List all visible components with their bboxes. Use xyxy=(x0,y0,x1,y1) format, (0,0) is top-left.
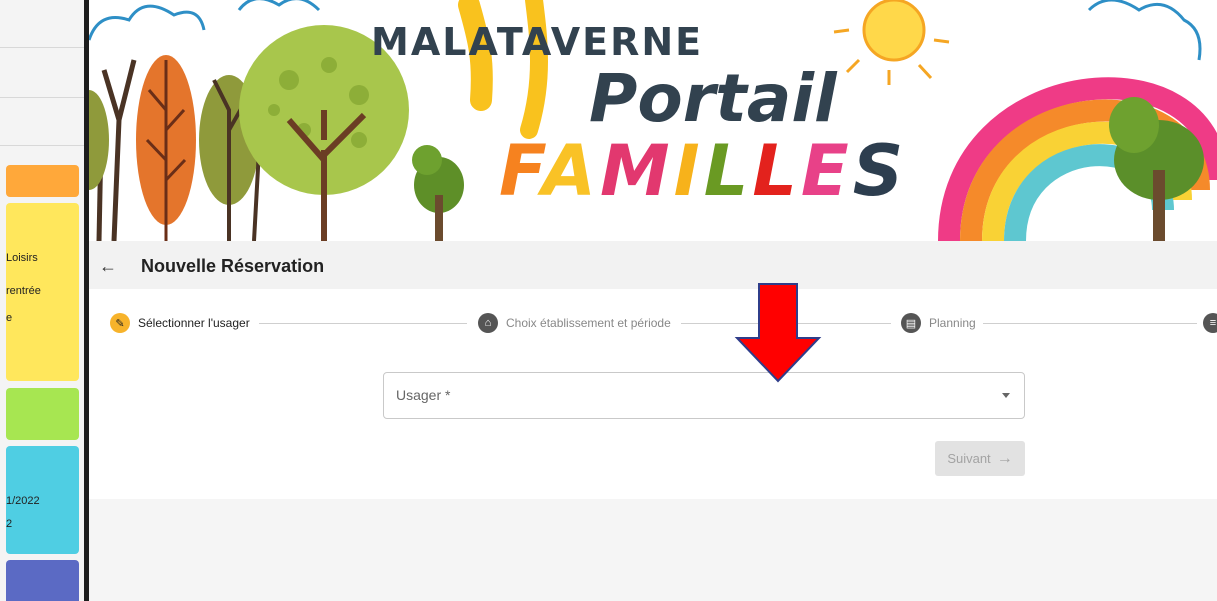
main-window: MALATAVERNE Portail FAMILLES ← Nouvelle … xyxy=(89,0,1217,601)
pencil-icon: ✎ xyxy=(110,313,130,333)
arrow-left-icon[interactable]: ← xyxy=(97,255,119,277)
chevron-down-icon[interactable] xyxy=(1002,393,1010,398)
step-connector xyxy=(983,323,1197,324)
color-card-orange[interactable] xyxy=(6,165,79,197)
calendar-icon: ▤ xyxy=(901,313,921,333)
left-background-panel: Loisirs rentrée e 1/2022 2 xyxy=(0,0,84,601)
brand-letter: F xyxy=(499,130,542,212)
reservation-form-card: ✎ Sélectionner l'usager ⌂ Choix établiss… xyxy=(89,289,1217,499)
step-planning[interactable]: ▤ Planning xyxy=(901,311,976,335)
divider xyxy=(0,145,84,146)
brand-malataverne: MALATAVERNE xyxy=(371,20,704,64)
color-card-indigo[interactable] xyxy=(6,560,79,601)
card-text-date: 1/2022 xyxy=(6,495,40,507)
color-card-cyan[interactable]: 1/2022 2 xyxy=(6,446,79,554)
card-text-e: e xyxy=(6,312,13,324)
list-icon: ≡ xyxy=(1203,313,1217,333)
card-text-loisirs: Loisirs xyxy=(6,252,38,264)
brand-letter: L xyxy=(752,130,801,212)
step-connector xyxy=(259,323,467,324)
divider xyxy=(0,97,84,98)
brand-letter: E xyxy=(800,130,853,212)
color-card-yellow[interactable]: Loisirs rentrée e xyxy=(6,203,79,381)
page-title: Nouvelle Réservation xyxy=(141,256,325,276)
usager-select[interactable]: Usager * xyxy=(383,372,1025,419)
brand-letter: I xyxy=(673,130,704,212)
brand-letter: S xyxy=(852,130,908,212)
brand-portail: Portail xyxy=(589,60,837,137)
step-select-user[interactable]: ✎ Sélectionner l'usager xyxy=(110,311,250,335)
home-icon: ⌂ xyxy=(478,313,498,333)
step-label: Planning xyxy=(929,316,976,330)
brand-letter: M xyxy=(599,130,674,212)
page-header: ← Nouvelle Réservation xyxy=(89,241,1217,289)
step-establishment-period[interactable]: ⌂ Choix établissement et période xyxy=(478,311,671,335)
usager-label: Usager * xyxy=(396,387,451,403)
step-label: Sélectionner l'usager xyxy=(138,316,250,330)
step-label: Choix établissement et période xyxy=(506,316,671,330)
card-text-rentree: rentrée xyxy=(6,285,41,297)
portail-familles-banner: MALATAVERNE Portail FAMILLES xyxy=(89,0,1217,241)
next-button[interactable]: Suivant → xyxy=(935,441,1025,476)
brand-letter: L xyxy=(703,130,753,212)
next-button-label: Suivant xyxy=(947,451,991,466)
brand-letter: A xyxy=(541,130,600,212)
brand-familles: FAMILLES xyxy=(499,130,907,212)
card-text-2: 2 xyxy=(6,518,13,530)
arrow-right-icon: → xyxy=(996,449,1013,467)
step-summary[interactable]: ≡ xyxy=(1203,311,1217,335)
color-card-green[interactable] xyxy=(6,388,79,440)
red-annotation-arrow-icon xyxy=(734,283,822,383)
divider xyxy=(0,47,84,48)
